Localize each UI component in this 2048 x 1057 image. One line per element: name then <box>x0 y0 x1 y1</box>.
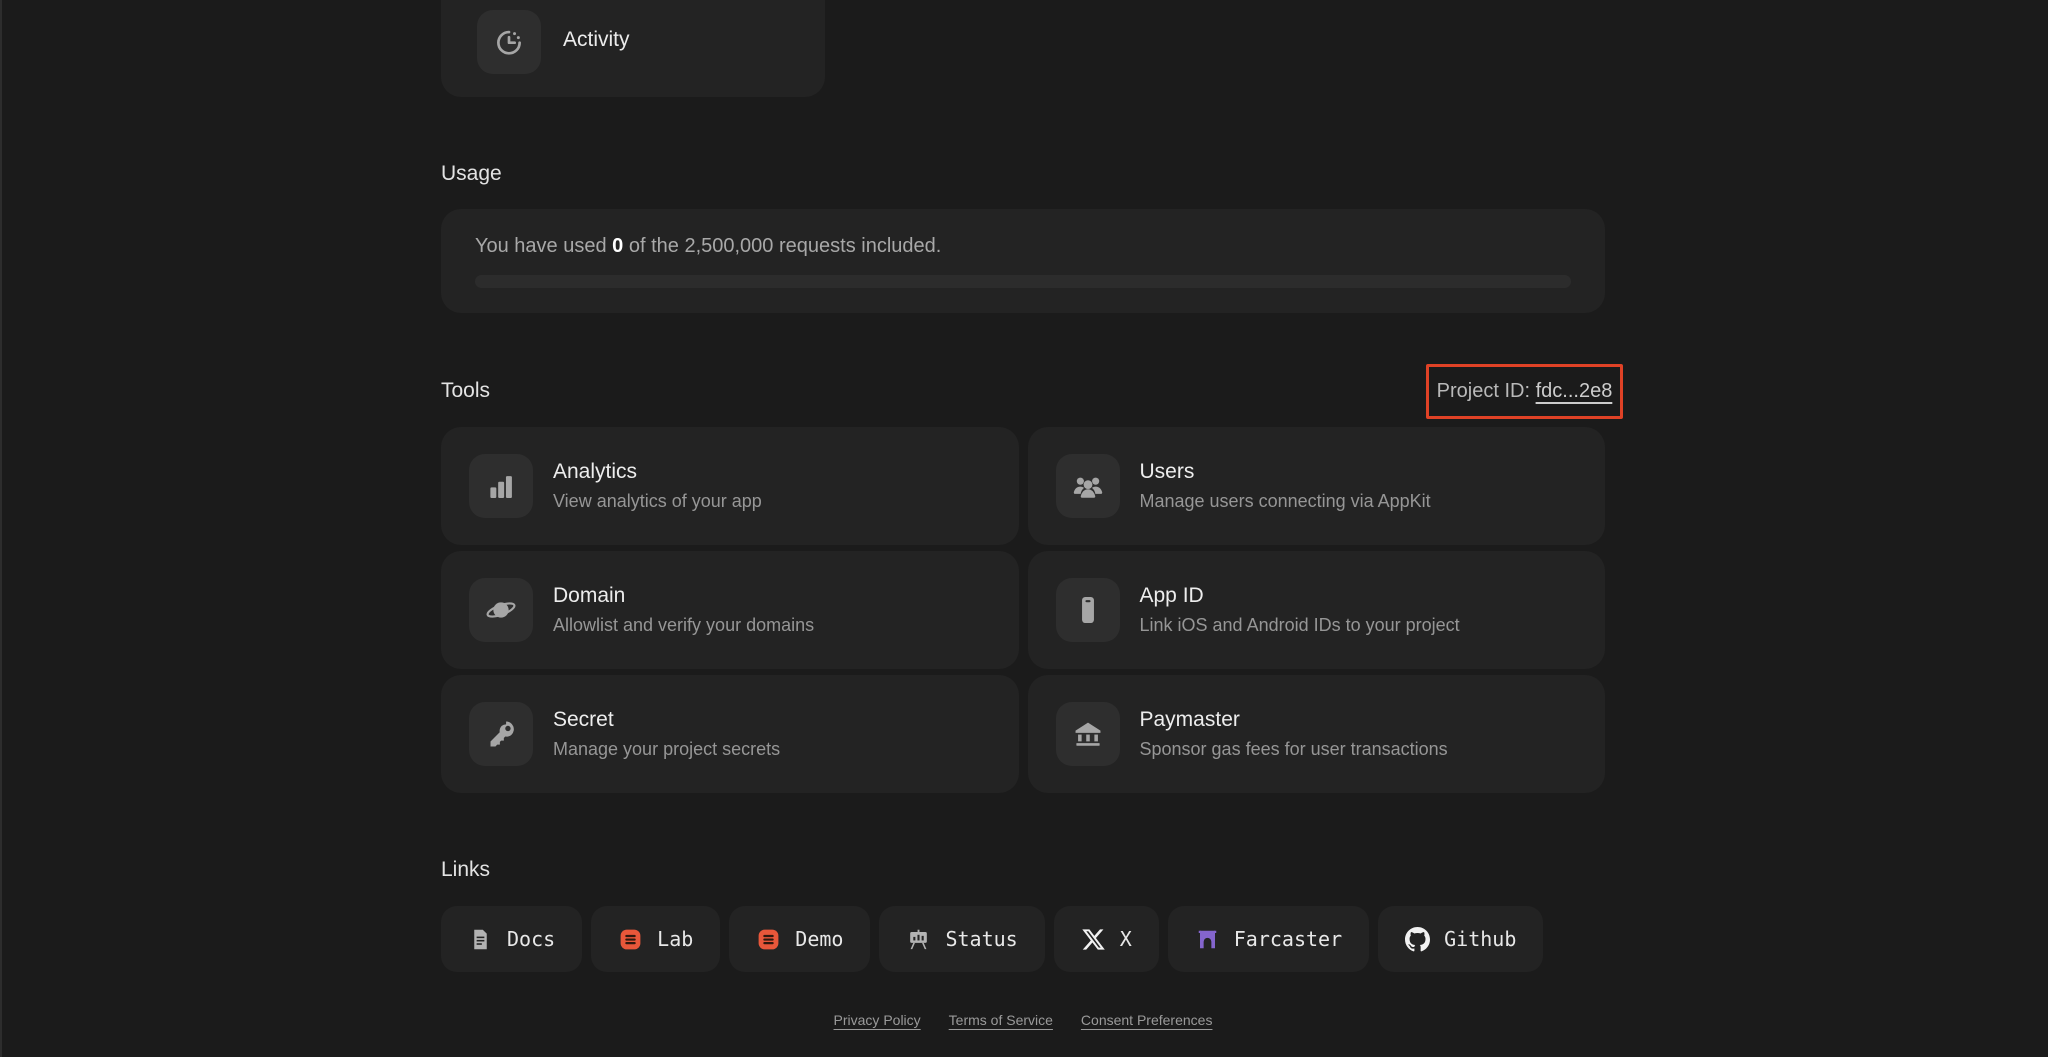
project-id-highlight-box: Project ID: fdc...2e8 <box>1426 364 1623 419</box>
planet-icon <box>484 593 518 627</box>
link-button-label: Lab <box>657 927 694 951</box>
x-logo-icon <box>1081 927 1106 952</box>
link-button-lab[interactable]: Lab <box>591 906 721 972</box>
project-id-value[interactable]: fdc...2e8 <box>1536 380 1613 403</box>
footer-link[interactable]: Terms of Service <box>949 1012 1053 1028</box>
link-button-demo[interactable]: Demo <box>729 906 871 972</box>
farcaster-icon <box>1195 927 1220 952</box>
project-id-label: Project ID: <box>1436 380 1536 402</box>
link-button-x[interactable]: X <box>1053 906 1159 972</box>
tool-card-domain[interactable]: Domain Allowlist and verify your domains <box>441 551 1019 669</box>
tool-icon-tile <box>469 578 533 642</box>
tool-card-title: App ID <box>1139 584 1204 607</box>
link-button-label: Github <box>1444 927 1517 951</box>
tool-card-text: App ID Link iOS and Android IDs to your … <box>1140 584 1460 636</box>
tool-icon-tile <box>1055 578 1120 642</box>
activity-icon-tile <box>477 10 541 74</box>
usage-progress-bar <box>475 275 1571 288</box>
tool-card-title: Secret <box>553 708 614 731</box>
tool-card-text: Domain Allowlist and verify your domains <box>553 584 814 636</box>
usage-text: You have used 0 of the 2,500,000 request… <box>475 235 941 258</box>
activity-label: Activity <box>563 28 630 51</box>
tool-icon-tile <box>469 702 533 766</box>
tool-card-users[interactable]: Users Manage users connecting via AppKit <box>1027 427 1605 545</box>
usage-heading: Usage <box>441 162 502 185</box>
tool-card-text: Paymaster Sponsor gas fees for user tran… <box>1140 708 1448 760</box>
left-edge-divider <box>0 0 2 1057</box>
tool-icon-tile <box>469 454 533 518</box>
tool-card-title: Paymaster <box>1139 708 1240 731</box>
tool-icon-tile <box>1055 454 1120 518</box>
tool-card-text: Users Manage users connecting via AppKit <box>1140 460 1431 512</box>
status-board-icon <box>906 927 931 952</box>
link-button-farcaster[interactable]: Farcaster <box>1167 906 1370 972</box>
tool-card-title: Analytics <box>553 460 638 483</box>
tool-card-paymaster[interactable]: Paymaster Sponsor gas fees for user tran… <box>1027 675 1605 793</box>
tool-card-app-id[interactable]: App ID Link iOS and Android IDs to your … <box>1027 551 1605 669</box>
footer-link[interactable]: Privacy Policy <box>834 1012 921 1028</box>
footer-link[interactable]: Consent Preferences <box>1081 1012 1213 1028</box>
links-row: Docs Lab Demo Status X Farcaster Github <box>441 906 1544 972</box>
tools-heading: Tools <box>441 379 491 402</box>
tool-icon-tile <box>1055 702 1120 766</box>
bar-chart-icon <box>484 469 518 503</box>
tool-card-description: View analytics of your app <box>553 491 762 511</box>
smartphone-icon <box>1071 593 1105 627</box>
activity-card[interactable]: Activity <box>441 0 825 97</box>
github-icon <box>1405 926 1431 952</box>
tools-grid: Analytics View analytics of your app Use… <box>441 427 1605 793</box>
usage-card: You have used 0 of the 2,500,000 request… <box>441 209 1605 313</box>
tool-card-description: Sponsor gas fees for user transactions <box>1139 739 1448 759</box>
usage-used-value: 0 <box>612 235 624 257</box>
tool-card-description: Link iOS and Android IDs to your project <box>1139 615 1460 635</box>
appkit-icon <box>618 927 643 952</box>
tool-card-description: Allowlist and verify your domains <box>553 615 815 635</box>
link-button-label: X <box>1119 927 1132 951</box>
link-button-docs[interactable]: Docs <box>441 906 583 972</box>
link-button-github[interactable]: Github <box>1378 906 1544 972</box>
dashboard-page: Activity Usage You have used 0 of the 2,… <box>0 0 2048 1057</box>
appkit-icon <box>756 927 781 952</box>
activity-clock-icon <box>492 25 526 59</box>
usage-text-prefix: You have used <box>475 235 613 257</box>
bank-icon <box>1071 717 1105 751</box>
tool-card-title: Domain <box>553 584 626 607</box>
tool-card-description: Manage your project secrets <box>553 739 781 759</box>
tool-card-description: Manage users connecting via AppKit <box>1139 491 1431 511</box>
users-icon <box>1071 469 1105 503</box>
link-button-label: Docs <box>507 927 556 951</box>
tool-card-title: Users <box>1139 460 1195 483</box>
links-heading: Links <box>441 858 491 881</box>
footer: Privacy Policy Terms of Service Consent Pr… <box>441 1012 1605 1028</box>
tool-card-text: Analytics View analytics of your app <box>553 460 762 512</box>
tool-card-text: Secret Manage your project secrets <box>553 708 780 760</box>
link-button-status[interactable]: Status <box>879 906 1045 972</box>
key-icon <box>484 717 518 751</box>
link-button-label: Status <box>945 927 1018 951</box>
link-button-label: Farcaster <box>1233 927 1343 951</box>
tool-card-analytics[interactable]: Analytics View analytics of your app <box>441 427 1019 545</box>
usage-text-suffix: of the 2,500,000 requests included. <box>623 235 942 257</box>
tool-card-secret[interactable]: Secret Manage your project secrets <box>441 675 1019 793</box>
docs-icon <box>468 927 493 952</box>
link-button-label: Demo <box>795 927 844 951</box>
